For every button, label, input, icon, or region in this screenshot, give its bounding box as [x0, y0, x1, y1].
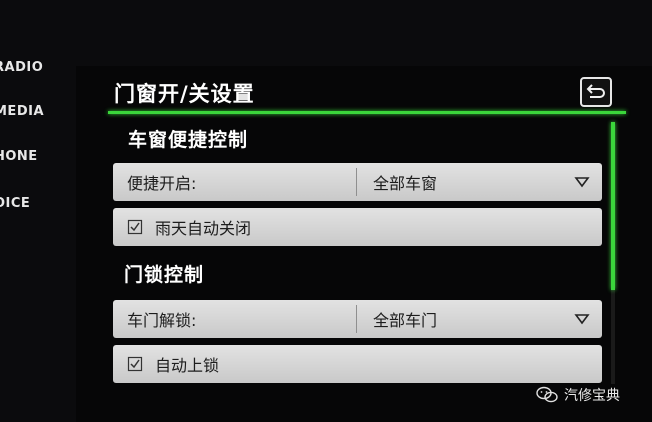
- auto-lock-label: 自动上锁: [155, 356, 220, 375]
- checkbox-checked-icon: [127, 219, 143, 235]
- scrollbar-thumb[interactable]: [611, 122, 615, 290]
- sidebar-item-voice[interactable]: OICE: [0, 196, 30, 211]
- back-button[interactable]: [580, 77, 612, 107]
- sidebar-item-radio[interactable]: RADIO: [0, 60, 43, 75]
- auto-lock-checkbox[interactable]: 自动上锁: [113, 345, 602, 383]
- sidebar-item-media[interactable]: MEDIA: [0, 104, 44, 119]
- rain-auto-close-label: 雨天自动关闭: [155, 219, 252, 238]
- convenience-open-select[interactable]: 便捷开启: 全部车窗: [113, 163, 602, 201]
- door-unlock-select[interactable]: 车门解锁: 全部车门: [113, 300, 602, 338]
- dropdown-arrow-icon: [562, 176, 602, 188]
- convenience-open-value: 全部车窗: [373, 174, 438, 193]
- section-title-lock: 门锁控制: [124, 264, 205, 286]
- return-arrow-icon: [586, 84, 605, 98]
- watermark-text: 汽修宝典: [564, 388, 620, 404]
- door-unlock-value: 全部车门: [373, 311, 438, 330]
- convenience-open-label: 便捷开启:: [127, 174, 197, 193]
- dropdown-arrow-icon: [562, 313, 602, 325]
- checkbox-checked-icon: [127, 356, 143, 372]
- rain-auto-close-checkbox[interactable]: 雨天自动关闭: [113, 208, 602, 246]
- source-sidebar: RADIO MEDIA HONE OICE: [0, 0, 70, 422]
- section-title-window: 车窗便捷控制: [128, 129, 249, 151]
- watermark: 汽修宝典: [536, 385, 620, 405]
- page-title: 门窗开/关设置: [114, 82, 255, 106]
- wechat-logo-icon: [536, 386, 558, 403]
- sidebar-item-phone[interactable]: HONE: [0, 149, 38, 164]
- door-unlock-label: 车门解锁:: [127, 311, 197, 330]
- title-underline: [108, 111, 626, 114]
